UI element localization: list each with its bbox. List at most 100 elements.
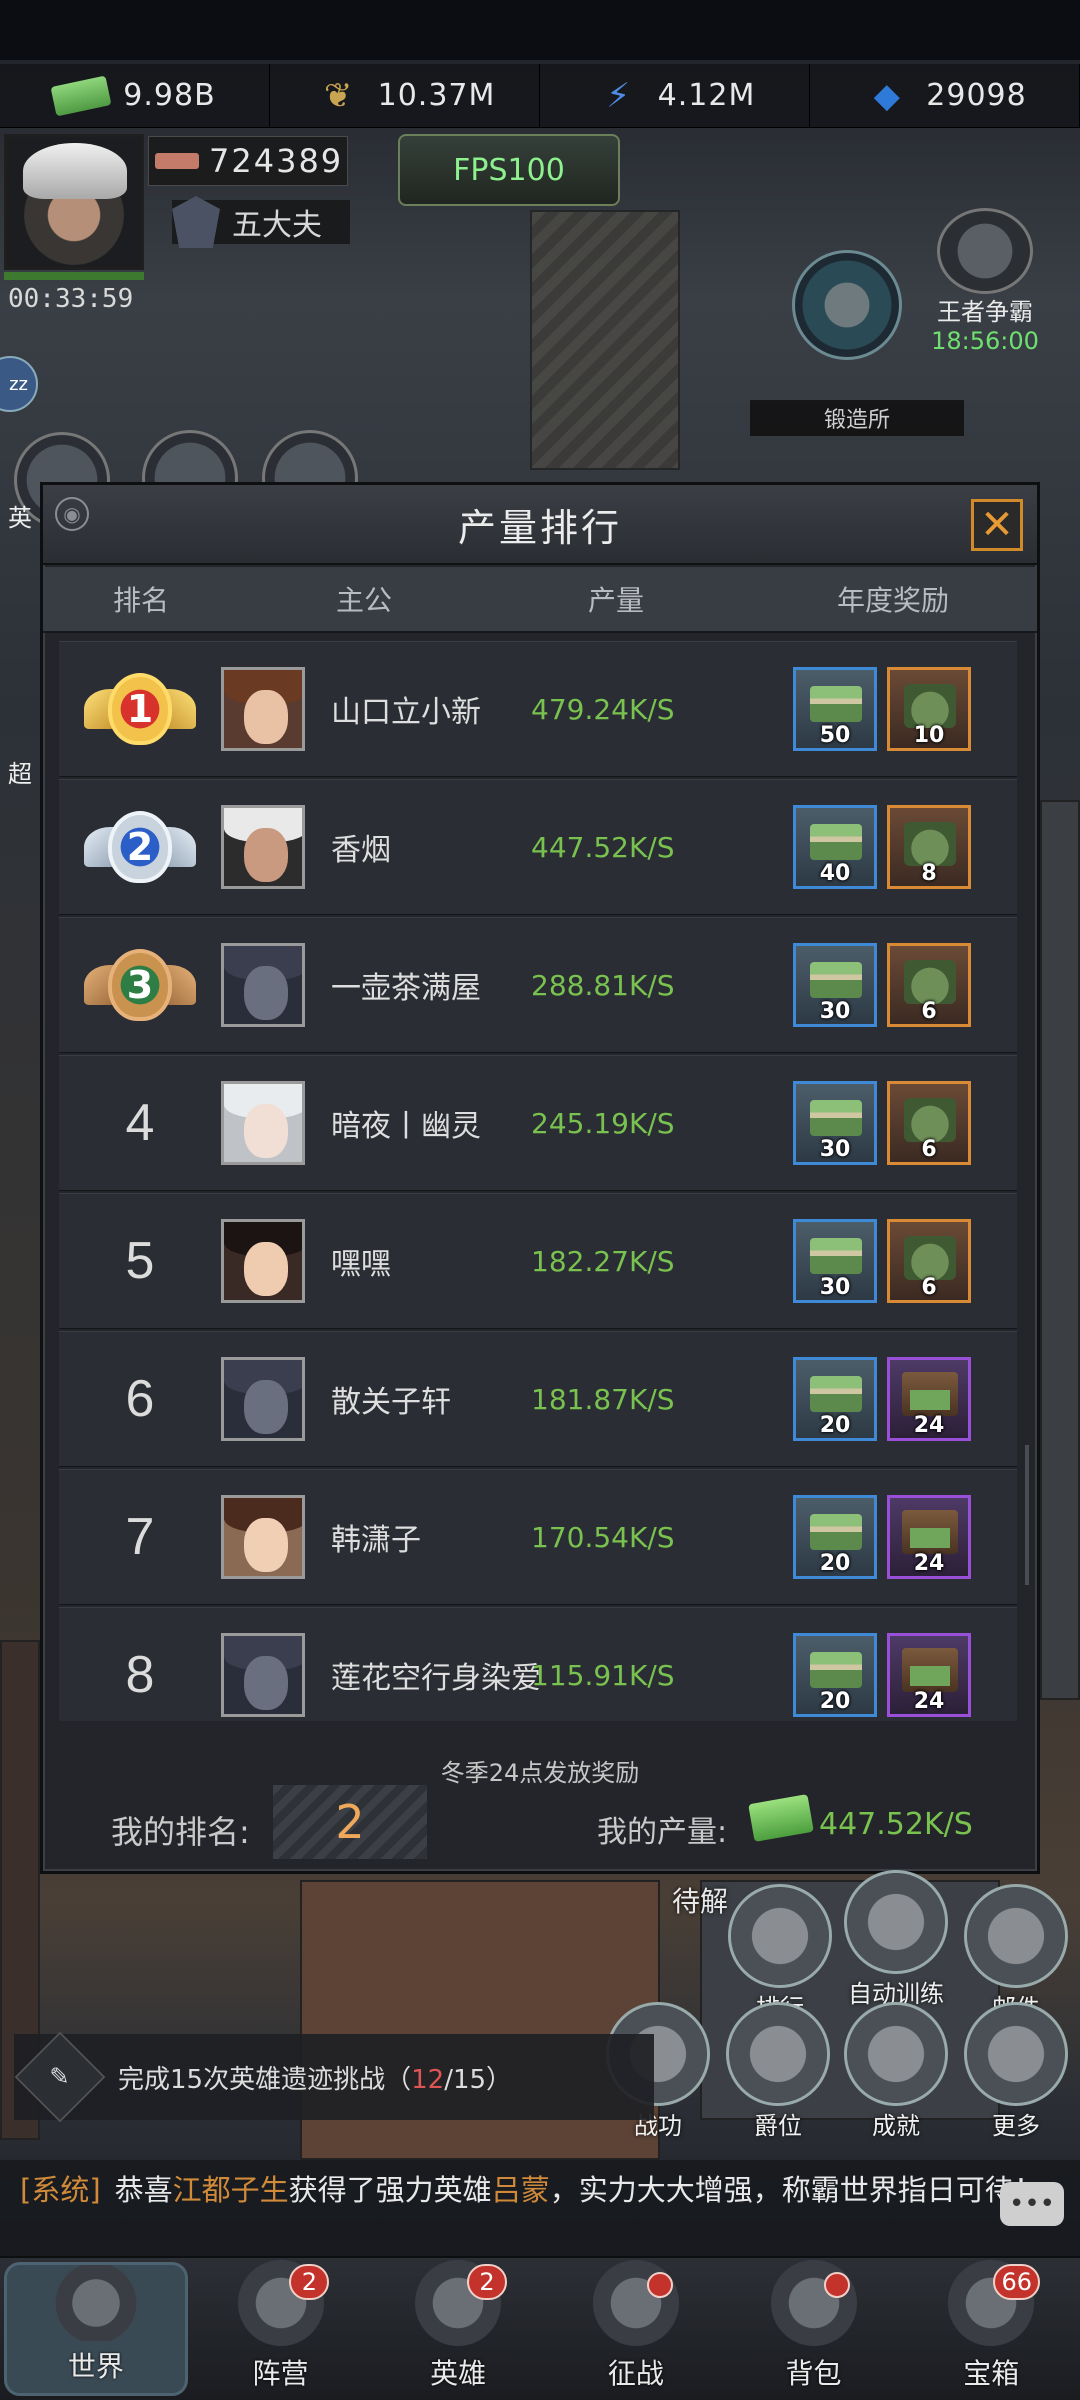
supply-crate-reward-item[interactable]: 24 — [887, 1357, 971, 1441]
table-row[interactable]: 8 莲花空行身染爱 115.91K/S 20 24 — [59, 1607, 1017, 1721]
avatar[interactable] — [221, 1633, 305, 1717]
cash-reward-item[interactable]: 30 — [793, 1081, 877, 1165]
bronze-medal-icon: 3 — [80, 935, 200, 1035]
player-output: 245.19K/S — [531, 1106, 675, 1140]
title-text: 五大夫 — [232, 208, 322, 243]
player-avatar[interactable] — [4, 134, 144, 270]
cash-reward-item[interactable]: 20 — [793, 1357, 877, 1441]
avatar[interactable] — [221, 1219, 305, 1303]
table-row[interactable]: 1 山口立小新 479.24K/S 50 10 — [59, 641, 1017, 777]
tab-chest[interactable]: 宝箱 66 — [902, 2258, 1080, 2400]
resource-energy[interactable]: ⚡ 4.12M — [540, 64, 810, 127]
cash-reward-item[interactable]: 30 — [793, 1219, 877, 1303]
player-name: 暗夜丨幽灵 — [331, 1109, 481, 1144]
quest-progress: 12 — [411, 2064, 445, 2095]
column-header-reward: 年度奖励 — [836, 584, 949, 617]
tab-campaign[interactable]: 征战 — [547, 2258, 725, 2400]
player-output: 182.27K/S — [531, 1244, 675, 1278]
resource-food[interactable]: ❦ 10.37M — [270, 64, 540, 127]
tab-label: 征战 — [607, 2357, 664, 2390]
supply-crate-reward-item[interactable]: 24 — [887, 1633, 971, 1717]
rank-number: 6 — [125, 1370, 155, 1428]
silver-medal-icon: 2 — [80, 797, 200, 897]
title-badge-icon — [172, 196, 220, 248]
lightning-icon: ⚡ — [606, 75, 632, 116]
avatar[interactable] — [221, 1081, 305, 1165]
world-map-icon — [40, 2265, 151, 2341]
fps-display: FPS100 — [398, 134, 620, 206]
forge-icon[interactable] — [792, 250, 902, 360]
resource-cash[interactable]: 9.98B — [0, 64, 270, 127]
player-output: 181.87K/S — [531, 1382, 675, 1416]
king-fight-time: 18:56:00 — [931, 327, 1039, 355]
avatar[interactable] — [221, 1495, 305, 1579]
gold-crate-reward-item[interactable]: 6 — [887, 1219, 971, 1303]
tab-world[interactable]: 世界 — [4, 2262, 188, 2396]
gold-crate-reward-item[interactable]: 8 — [887, 805, 971, 889]
player-power: 724389 — [148, 136, 348, 186]
more-button[interactable]: 更多 — [956, 2002, 1076, 2141]
table-row[interactable]: 3 一壶茶满屋 288.81K/S 30 6 — [59, 917, 1017, 1053]
gold-crate-reward-item[interactable]: 6 — [887, 1081, 971, 1165]
resource-diamond[interactable]: ◆ 29098 — [810, 64, 1080, 127]
column-header-lord: 主公 — [335, 584, 392, 617]
cash-reward-item[interactable]: 40 — [793, 805, 877, 889]
avatar[interactable] — [221, 667, 305, 751]
table-row[interactable]: 2 香烟 447.52K/S 40 8 — [59, 779, 1017, 915]
ranking-list[interactable]: 1 山口立小新 479.24K/S 50 10 2 香烟 447.52K/S 4… — [59, 641, 1017, 1721]
king-fight-label: 王者争霸 — [937, 298, 1033, 326]
table-row[interactable]: 4 暗夜丨幽灵 245.19K/S 30 6 — [59, 1055, 1017, 1191]
king-fight-event[interactable]: 王者争霸 18:56:00 — [920, 208, 1050, 355]
table-row[interactable]: 5 嘿嘿 182.27K/S 30 6 — [59, 1193, 1017, 1329]
reward-time-note: 冬季24点发放奖励 — [440, 1759, 640, 1787]
more-icon — [964, 2002, 1068, 2106]
player-output: 288.81K/S — [531, 968, 675, 1002]
nobility-button[interactable]: 爵位 — [718, 2002, 838, 2141]
crown-emblem-icon — [937, 208, 1033, 294]
rank-number: 8 — [125, 1646, 155, 1704]
tab-label: 背包 — [785, 2357, 842, 2390]
table-row[interactable]: 6 散关子轩 181.87K/S 20 24 — [59, 1331, 1017, 1467]
cash-reward-item[interactable]: 50 — [793, 667, 877, 751]
achievement-button[interactable]: 成就 — [836, 2002, 956, 2141]
player-name: 散关子轩 — [331, 1385, 451, 1420]
avatar[interactable] — [221, 805, 305, 889]
close-button[interactable]: ✕ — [971, 499, 1023, 551]
achievement-icon — [844, 2002, 948, 2106]
tab-backpack[interactable]: 背包 — [725, 2258, 903, 2400]
notification-badge: 2 — [467, 2264, 508, 2300]
tab-camp[interactable]: 阵营 2 — [192, 2258, 370, 2400]
system-chat-message[interactable]: [系统] 恭喜江都子生获得了强力英雄吕蒙，实力大大增强，称霸世界指日可待！ — [0, 2160, 1080, 2260]
watchtower — [530, 210, 680, 470]
chat-expand-button[interactable]: ••• — [1000, 2182, 1064, 2226]
cash-reward-item[interactable]: 20 — [793, 1495, 877, 1579]
gold-crate-reward-item[interactable]: 10 — [887, 667, 971, 751]
table-row[interactable]: 7 韩潇子 170.54K/S 20 24 — [59, 1469, 1017, 1605]
chat-hero-name: 吕蒙 — [491, 2173, 550, 2207]
player-name: 山口立小新 — [331, 695, 481, 730]
notification-badge: 2 — [289, 2264, 330, 2300]
cash-icon — [50, 75, 112, 116]
tab-label: 宝箱 — [963, 2357, 1020, 2390]
gold-crate-reward-item[interactable]: 6 — [887, 943, 971, 1027]
session-timer: 00:33:59 — [8, 284, 134, 314]
supply-crate-reward-item[interactable]: 24 — [887, 1495, 971, 1579]
chat-player-name[interactable]: 江都子生 — [173, 2173, 289, 2207]
rank-number: 7 — [125, 1508, 155, 1566]
player-output: 479.24K/S — [531, 692, 675, 726]
cash-reward-item[interactable]: 30 — [793, 943, 877, 1027]
avatar[interactable] — [221, 1357, 305, 1441]
backpack-icon — [758, 2258, 869, 2348]
list-scrollbar[interactable] — [1025, 1445, 1029, 1585]
more-label: 更多 — [992, 2112, 1040, 2140]
tab-label: 阵营 — [252, 2357, 309, 2390]
player-title[interactable]: 五大夫 — [172, 196, 350, 248]
player-output: 170.54K/S — [531, 1520, 675, 1554]
quest-tracker[interactable]: ✎ 完成15次英雄遗迹挑战（12/15） — [14, 2031, 654, 2123]
tab-heroes[interactable]: 英雄 2 — [369, 2258, 547, 2400]
tab-label: 世界 — [67, 2350, 124, 2383]
rank-number: 5 — [125, 1232, 155, 1290]
cash-reward-item[interactable]: 20 — [793, 1633, 877, 1717]
player-name: 莲花空行身染爱 — [331, 1661, 541, 1696]
avatar[interactable] — [221, 943, 305, 1027]
